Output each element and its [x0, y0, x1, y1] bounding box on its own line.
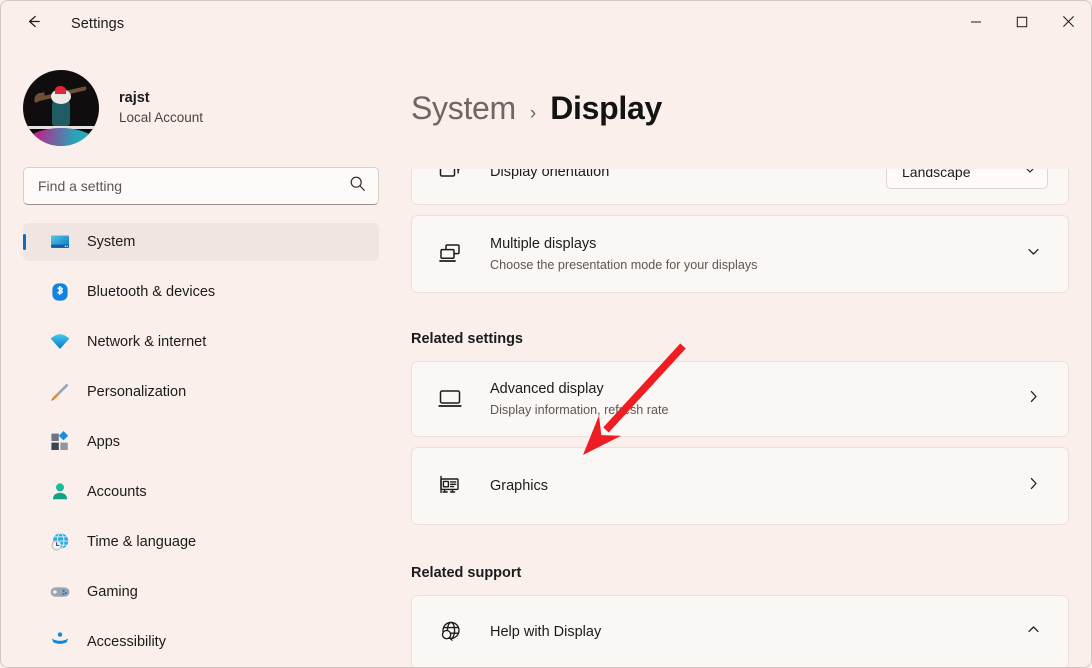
search-icon[interactable]: [349, 175, 366, 197]
chevron-down-icon: [1026, 244, 1041, 264]
sidebar-item-label: Apps: [87, 434, 120, 450]
monitor-outline-icon: [434, 385, 468, 413]
back-arrow-icon: [24, 12, 43, 36]
setting-text: Help with Display: [490, 623, 1018, 642]
title-bar: Settings: [1, 1, 1091, 47]
breadcrumb-separator-icon: ›: [530, 103, 536, 125]
setting-text: Multiple displays Choose the presentatio…: [490, 235, 1018, 273]
breadcrumb-parent[interactable]: System: [411, 90, 516, 127]
multiple-displays-icon: [434, 240, 468, 268]
setting-trailing: [1018, 471, 1048, 501]
section-heading-related-settings: Related settings: [411, 331, 1069, 347]
clock-globe-icon: [49, 531, 71, 553]
person-icon: [49, 481, 71, 503]
maximize-icon: [1016, 15, 1028, 33]
setting-title: Multiple displays: [490, 235, 1018, 254]
maximize-button[interactable]: [999, 1, 1045, 47]
minimize-button[interactable]: [953, 1, 999, 47]
minimize-icon: [970, 15, 982, 33]
collapse-help-with-display-button[interactable]: [1018, 617, 1048, 647]
sidebar-item-personalization[interactable]: Personalization: [23, 373, 379, 411]
bluetooth-icon: [49, 281, 71, 303]
graphics-card-icon: [434, 472, 468, 500]
account-text: rajst Local Account: [119, 89, 203, 128]
sidebar-item-bluetooth-devices[interactable]: Bluetooth & devices: [23, 273, 379, 311]
avatar-detail: [55, 86, 66, 94]
sidebar-item-network-internet[interactable]: Network & internet: [23, 323, 379, 361]
sidebar-item-label: System: [87, 234, 135, 250]
setting-subtitle: Choose the presentation mode for your di…: [490, 257, 1018, 273]
sidebar-nav: System Bluetooth & devices: [1, 223, 401, 667]
sidebar-item-label: Bluetooth & devices: [87, 284, 215, 300]
sidebar-item-label: Personalization: [87, 384, 186, 400]
sidebar-item-gaming[interactable]: Gaming: [23, 573, 379, 611]
window-body: rajst Local Account: [1, 47, 1091, 667]
sidebar-item-label: Gaming: [87, 584, 138, 600]
sidebar-item-label: Time & language: [87, 534, 196, 550]
sidebar-item-label: Accessibility: [87, 634, 166, 650]
setting-trailing: [1018, 617, 1048, 647]
sidebar-item-accessibility[interactable]: Accessibility: [23, 623, 379, 661]
search-area: [1, 151, 401, 205]
monitor-icon: [49, 231, 71, 253]
setting-help-with-display[interactable]: Help with Display: [411, 595, 1069, 667]
avatar-detail: [23, 128, 99, 146]
avatar[interactable]: [23, 70, 99, 146]
setting-title: Graphics: [490, 477, 1018, 496]
setting-graphics[interactable]: Graphics: [411, 447, 1069, 525]
setting-title: Advanced display: [490, 380, 1018, 399]
open-advanced-display-button[interactable]: [1018, 384, 1048, 414]
chevron-right-icon: [1026, 476, 1041, 496]
paintbrush-icon: [49, 381, 71, 403]
open-graphics-button[interactable]: [1018, 471, 1048, 501]
sidebar-item-apps[interactable]: Apps: [23, 423, 379, 461]
back-button[interactable]: [13, 8, 53, 40]
setting-text: Graphics: [490, 477, 1018, 496]
close-button[interactable]: [1045, 1, 1091, 47]
settings-window: Settings: [0, 0, 1092, 668]
wifi-icon: [49, 331, 71, 353]
main-content: Display orientation Landscape: [401, 47, 1091, 667]
section-heading-related-support: Related support: [411, 565, 1069, 581]
window-controls: [953, 1, 1091, 47]
accessibility-icon: [49, 631, 71, 653]
search-box[interactable]: [23, 167, 379, 205]
setting-multiple-displays[interactable]: Multiple displays Choose the presentatio…: [411, 215, 1069, 293]
close-icon: [1062, 15, 1075, 33]
sidebar-item-label: Network & internet: [87, 334, 206, 350]
sidebar-item-system[interactable]: System: [23, 223, 379, 261]
setting-subtitle: Display information, refresh rate: [490, 402, 1018, 418]
account-summary[interactable]: rajst Local Account: [1, 47, 401, 151]
sidebar-item-time-language[interactable]: Time & language: [23, 523, 379, 561]
window-title: Settings: [71, 16, 124, 32]
page-header: System › Display: [401, 47, 1091, 169]
setting-advanced-display[interactable]: Advanced display Display information, re…: [411, 361, 1069, 437]
sidebar: rajst Local Account: [1, 47, 401, 667]
account-name: rajst: [119, 89, 203, 109]
sidebar-item-accounts[interactable]: Accounts: [23, 473, 379, 511]
sidebar-item-label: Accounts: [87, 484, 147, 500]
apps-icon: [49, 431, 71, 453]
settings-list: Display orientation Landscape: [411, 139, 1069, 667]
help-globe-icon: [434, 618, 468, 646]
setting-trailing: [1018, 384, 1048, 414]
chevron-up-icon: [1026, 622, 1041, 642]
breadcrumb: System › Display: [411, 90, 662, 127]
expand-multiple-displays-button[interactable]: [1018, 239, 1048, 269]
page-title: Display: [550, 90, 662, 127]
setting-trailing: [1018, 239, 1048, 269]
gamepad-icon: [49, 581, 71, 603]
search-input[interactable]: [38, 178, 349, 194]
setting-text: Advanced display Display information, re…: [490, 380, 1018, 418]
chevron-right-icon: [1026, 389, 1041, 409]
avatar-detail: [34, 92, 46, 102]
setting-title: Help with Display: [490, 623, 1018, 642]
account-type: Local Account: [119, 109, 203, 127]
